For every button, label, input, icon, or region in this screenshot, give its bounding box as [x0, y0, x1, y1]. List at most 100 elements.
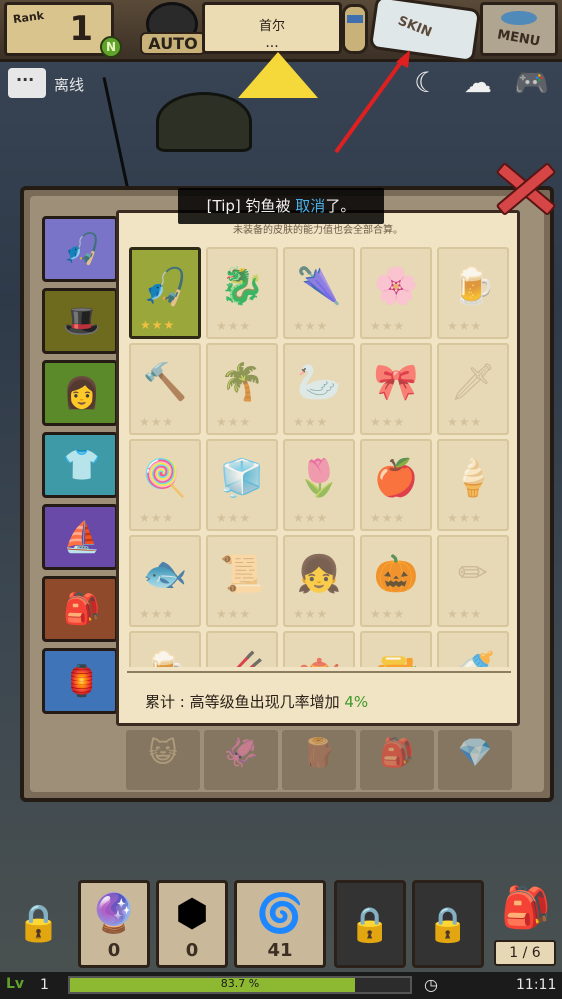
skin-cell[interactable]: 🍎 ★★★: [360, 439, 432, 531]
skin-item-icon: 🥢: [208, 649, 276, 667]
skin-stars: ★★★: [216, 511, 252, 525]
tab-bag[interactable]: 🎒: [42, 576, 118, 642]
skin-cell[interactable]: 🌂 ★★★: [283, 247, 355, 339]
skin-stars: ★★★: [447, 511, 483, 525]
tab-clothes[interactable]: 👕: [42, 432, 118, 498]
skin-cell[interactable]: 🍼: [437, 631, 509, 667]
tab-hair-icon: 👩: [63, 376, 101, 411]
xp-text: 83.7 %: [220, 977, 260, 990]
skin-stars: ★★★: [139, 607, 175, 621]
locked-slot[interactable]: 🔒: [412, 880, 484, 968]
location-name: 首尔: [258, 19, 285, 34]
skin-stars: ★★★: [139, 511, 175, 525]
skin-item-icon: 🍭: [142, 458, 188, 499]
item-slot[interactable]: 🔮 0: [78, 880, 150, 968]
summary-text: 累计 : 高等级鱼出现几率增加 4%: [145, 691, 368, 712]
skin-item-icon: 🐉: [219, 266, 265, 307]
tab-hat[interactable]: 🎩: [42, 288, 118, 354]
skin-cell[interactable]: 🫖: [283, 631, 355, 667]
rank-new-badge: N: [100, 36, 122, 58]
summary-percent: 4%: [344, 693, 369, 711]
skin-cell[interactable]: 🎣 ★★★: [129, 247, 201, 339]
skin-stars: ★★★: [293, 607, 329, 621]
locked-slot[interactable]: 🔒: [334, 880, 406, 968]
skin-cell[interactable]: 🗡 ★★★: [437, 343, 509, 435]
clock-icon: ◷: [424, 975, 438, 994]
item-slot[interactable]: ⬢ 0: [156, 880, 228, 968]
red-arrow-annotation: [334, 50, 410, 154]
padlock-icon[interactable]: 🔒: [16, 902, 62, 952]
slot-item-icon: 🌀: [256, 891, 304, 935]
skin-cell[interactable]: 🌸 ★★★: [360, 247, 432, 339]
level-icon: Lv: [6, 976, 25, 992]
skin-cell[interactable]: 🧊 ★★★: [206, 439, 278, 531]
level-number: 1: [40, 977, 49, 993]
tab-fishing-rod[interactable]: 🎣: [42, 216, 118, 282]
skin-stars: ★★★: [447, 607, 483, 621]
gamepad-icon[interactable]: 🎮: [514, 66, 549, 100]
skin-item-icon: 🗡: [450, 362, 496, 403]
auto-button[interactable]: AUTO: [140, 2, 206, 56]
scroll-rod-icon: [342, 4, 368, 54]
slot-item-icon: ⬢: [175, 891, 209, 935]
skin-item-icon: 🍼: [439, 649, 507, 667]
skin-cell[interactable]: 🎃 ★★★: [360, 535, 432, 627]
tip-toast: [Tip] 钓鱼被 取消了。: [178, 188, 384, 224]
location-dots: ...: [265, 35, 279, 51]
skin-item-icon: 🔨: [142, 362, 188, 403]
tip-suffix: 了。: [325, 197, 356, 215]
skin-item-icon: 🎃: [373, 554, 419, 595]
skin-cell[interactable]: ✏ ★★★: [437, 535, 509, 627]
skin-cell[interactable]: 🦢 ★★★: [283, 343, 355, 435]
skin-label: SKIN: [395, 13, 434, 41]
close-icon[interactable]: [488, 156, 558, 218]
rank-display[interactable]: Rank 1: [4, 2, 114, 56]
tab-clothes-icon: 👕: [63, 448, 101, 483]
skin-item-icon: 🔫: [362, 649, 430, 667]
cloud-upload-icon[interactable]: ☁: [464, 66, 492, 100]
skin-stars: ★★★: [370, 511, 406, 525]
tip-prefix: [Tip] 钓鱼被: [206, 197, 296, 215]
summary-prefix: 累计 : 高等级鱼出现几率增加: [145, 693, 345, 711]
skin-cell[interactable]: 🍺 ★★★: [437, 247, 509, 339]
skin-stars: ★★★: [216, 319, 252, 333]
faded-item-icon: 😺: [148, 736, 178, 769]
skin-item-icon: 🐟: [142, 554, 188, 595]
tab-lantern-icon: 🏮: [63, 664, 101, 699]
tab-lantern[interactable]: 🏮: [42, 648, 118, 714]
skin-item-icon: 🍺: [450, 266, 496, 307]
skin-cell[interactable]: 🍺: [129, 631, 201, 667]
skin-cell[interactable]: 🔫: [360, 631, 432, 667]
lock-icon: 🔒: [426, 905, 470, 945]
bag-icon[interactable]: 🎒: [496, 884, 556, 940]
skin-item-icon: 🍺: [131, 649, 199, 667]
skin-item-icon: 🦢: [296, 362, 342, 403]
skin-cell[interactable]: 👧 ★★★: [283, 535, 355, 627]
auto-label: AUTO: [140, 32, 206, 55]
skin-cell[interactable]: 📜 ★★★: [206, 535, 278, 627]
faded-item-icon: 🦑: [223, 736, 259, 769]
chat-bubble-icon[interactable]: [8, 68, 46, 98]
skin-stars: ★★★: [293, 415, 329, 429]
skin-cell[interactable]: 🐟 ★★★: [129, 535, 201, 627]
skin-grid[interactable]: 🎣 ★★★ 🐉 ★★★ 🌂 ★★★ 🌸 ★★★ 🍺 ★★★ 🔨 ★★★ 🌴 ★★★ 🦢 ★★★ 🎀 ★★★ 🗡 ★★★…: [127, 245, 511, 667]
skin-cell[interactable]: 🌴 ★★★: [206, 343, 278, 435]
location-banner[interactable]: 首尔 ...: [202, 2, 342, 54]
tab-hair[interactable]: 👩: [42, 360, 118, 426]
menu-button[interactable]: MENU: [480, 2, 558, 56]
skin-cell[interactable]: 🎀 ★★★: [360, 343, 432, 435]
tab-boat[interactable]: ⛵: [42, 504, 118, 570]
skin-item-icon: 🌸: [373, 266, 419, 307]
skin-cell[interactable]: 🍦 ★★★: [437, 439, 509, 531]
item-slot[interactable]: 🌀 41: [234, 880, 326, 968]
skin-cell[interactable]: 🌷 ★★★: [283, 439, 355, 531]
inventory-page[interactable]: 1 / 6: [494, 940, 556, 966]
skin-stars: ★★★: [140, 318, 176, 332]
skin-cell[interactable]: 🍭 ★★★: [129, 439, 201, 531]
skin-cell[interactable]: 🔨 ★★★: [129, 343, 201, 435]
skin-collection-paper: 未装备的皮肤的能力值也会全部合算。 🎣 ★★★ 🐉 ★★★ 🌂 ★★★ 🌸 ★★★ 🍺 ★★★ 🔨 ★…: [116, 210, 520, 726]
skin-stars: ★★★: [370, 319, 406, 333]
skin-cell[interactable]: 🥢: [206, 631, 278, 667]
skin-cell[interactable]: 🐉 ★★★: [206, 247, 278, 339]
tab-fishing-rod-icon: 🎣: [63, 232, 101, 267]
